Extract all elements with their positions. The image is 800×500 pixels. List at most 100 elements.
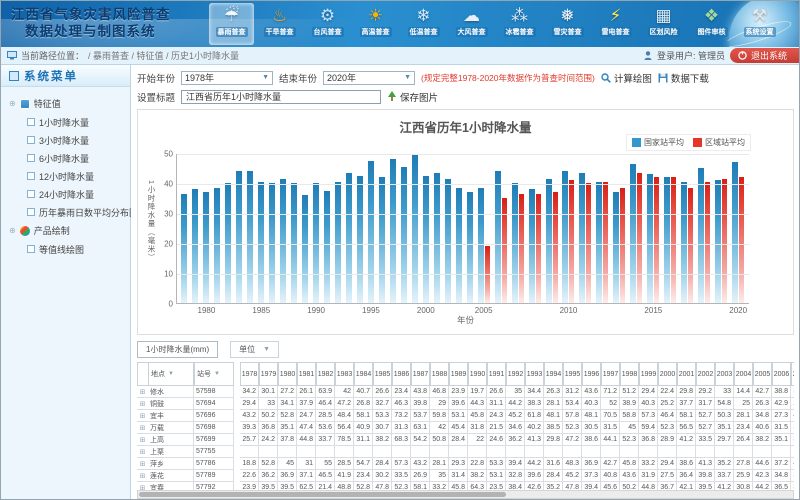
bar-区域站平均-2011[interactable] (586, 183, 591, 303)
bar-国家站平均-1994[interactable] (357, 176, 363, 304)
bar-国家站平均-1988[interactable] (291, 183, 297, 303)
bar-国家站平均-1999[interactable] (412, 155, 418, 304)
toolbar-button-大风普查[interactable]: ☁大风普查 (449, 3, 494, 45)
bar-国家站平均-1997[interactable] (390, 159, 396, 303)
bar-国家站平均-2002[interactable] (445, 179, 451, 304)
checkbox-icon[interactable] (27, 118, 35, 126)
column-header-year-1991[interactable]: 1991 (487, 362, 506, 386)
column-header-year-2007[interactable]: 2007 (791, 362, 794, 386)
column-header-year-2000[interactable]: 2000 (658, 362, 677, 386)
column-header-year-1993[interactable]: 1993 (525, 362, 544, 386)
bar-区域站平均-2012[interactable] (603, 182, 608, 304)
bar-区域站平均-2020[interactable] (739, 177, 744, 303)
column-header-year-2003[interactable]: 2003 (715, 362, 734, 386)
checkbox-icon[interactable] (27, 190, 35, 198)
column-header-year-1998[interactable]: 1998 (620, 362, 639, 386)
column-header-year-1978[interactable]: 1978 (240, 362, 259, 386)
bar-区域站平均-2008[interactable] (536, 194, 541, 304)
column-header-year-2005[interactable]: 2005 (753, 362, 772, 386)
column-header-year-1980[interactable]: 1980 (278, 362, 297, 386)
start-year-select[interactable]: 1978年 ▼ (181, 71, 273, 85)
column-header-year-1995[interactable]: 1995 (563, 362, 582, 386)
toolbar-button-暴雨普查[interactable]: ☔暴雨普查 (209, 3, 254, 45)
bar-国家站平均-1984[interactable] (247, 171, 253, 303)
bar-区域站平均-2019[interactable] (722, 179, 727, 304)
bar-国家站平均-1992[interactable] (335, 182, 341, 304)
bar-国家站平均-1979[interactable] (192, 189, 198, 303)
breadcrumb[interactable]: / 暴雨普查 / 特征值 / 历史1小时降水量 (88, 49, 239, 62)
bar-国家站平均-1991[interactable] (324, 191, 330, 304)
bar-区域站平均-2014[interactable] (637, 173, 642, 304)
bar-国家站平均-1989[interactable] (302, 195, 308, 303)
column-header-year-1987[interactable]: 1987 (411, 362, 430, 386)
column-header-year-1996[interactable]: 1996 (582, 362, 601, 386)
save-image-button[interactable]: 保存图片 (387, 90, 438, 104)
sidebar-item-1小时降水量[interactable]: 1小时降水量 (3, 113, 128, 131)
checkbox-icon[interactable] (27, 172, 35, 180)
column-header-year-1994[interactable]: 1994 (544, 362, 563, 386)
bar-国家站平均-2013[interactable] (613, 192, 619, 303)
bar-国家站平均-1993[interactable] (346, 173, 352, 304)
bar-国家站平均-2001[interactable] (434, 173, 440, 304)
toolbar-button-低温普查[interactable]: ❄低温普查 (401, 3, 446, 45)
bar-国家站平均-1990[interactable] (313, 183, 319, 303)
checkbox-icon[interactable] (27, 136, 35, 144)
column-header-year-1985[interactable]: 1985 (373, 362, 392, 386)
toolbar-button-冰雹普查[interactable]: ⁂冰雹普查 (497, 3, 542, 45)
row-expander-icon[interactable]: ⊞ (137, 422, 148, 434)
column-header-year-1979[interactable]: 1979 (259, 362, 278, 386)
toolbar-button-干旱普查[interactable]: ♨干旱普查 (257, 3, 302, 45)
logout-button[interactable]: 退出系统 (730, 48, 799, 63)
bar-国家站平均-1998[interactable] (401, 167, 407, 304)
bar-区域站平均-2018[interactable] (705, 182, 710, 304)
bar-国家站平均-2017[interactable] (681, 182, 687, 304)
bar-国家站平均-2018[interactable] (698, 168, 704, 303)
sidebar-item-24小时降水量[interactable]: 24小时降水量 (3, 185, 128, 203)
bar-国家站平均-2000[interactable] (423, 176, 429, 304)
data-download-button[interactable]: 数据下载 (658, 71, 709, 85)
unit-filter-dropdown[interactable]: 单位 ▼ (230, 341, 279, 358)
column-header-year-1984[interactable]: 1984 (354, 362, 373, 386)
row-expander-icon[interactable]: ⊞ (137, 470, 148, 482)
column-header-year-1990[interactable]: 1990 (468, 362, 487, 386)
bar-国家站平均-2011[interactable] (579, 173, 585, 304)
bar-国家站平均-2015[interactable] (647, 174, 653, 303)
bar-国家站平均-2019[interactable] (715, 180, 721, 303)
tree-toggle-icon[interactable]: ⊕ (9, 99, 16, 108)
column-header-year-1999[interactable]: 1999 (639, 362, 658, 386)
toolbar-button-图件审核[interactable]: ❖图件审核 (689, 3, 734, 45)
bar-国家站平均-1978[interactable] (181, 194, 187, 304)
bar-国家站平均-2007[interactable] (512, 183, 518, 303)
bar-区域站平均-2009[interactable] (553, 192, 558, 303)
sidebar-item-6小时降水量[interactable]: 6小时降水量 (3, 149, 128, 167)
column-header-year-2001[interactable]: 2001 (677, 362, 696, 386)
sidebar-item-12小时降水量[interactable]: 12小时降水量 (3, 167, 128, 185)
bar-国家站平均-1987[interactable] (280, 179, 286, 304)
row-expander-icon[interactable]: ⊞ (137, 446, 148, 458)
bar-国家站平均-1981[interactable] (214, 188, 220, 304)
sidebar-item-等值线绘图[interactable]: 等值线绘图 (3, 240, 128, 258)
column-header-station[interactable]: 站号▼ (194, 362, 234, 386)
bar-国家站平均-1986[interactable] (269, 183, 275, 303)
scrollbar-thumb[interactable] (139, 492, 506, 497)
bar-国家站平均-2003[interactable] (456, 188, 462, 304)
row-expander-icon[interactable]: ⊞ (137, 410, 148, 422)
row-expander-icon[interactable]: ⊞ (137, 398, 148, 410)
column-header-year-1992[interactable]: 1992 (506, 362, 525, 386)
bar-国家站平均-1982[interactable] (225, 183, 231, 303)
toolbar-button-系统设置[interactable]: ⚒系统设置 (737, 3, 782, 45)
bar-国家站平均-1995[interactable] (368, 161, 374, 304)
sidebar-item-3小时降水量[interactable]: 3小时降水量 (3, 131, 128, 149)
end-year-select[interactable]: 2020年 ▼ (323, 71, 415, 85)
bar-区域站平均-2007[interactable] (519, 194, 524, 304)
filter-icon[interactable]: ▼ (168, 371, 174, 377)
column-header-year-2006[interactable]: 2006 (772, 362, 791, 386)
row-expander-icon[interactable]: ⊞ (137, 434, 148, 446)
column-header-year-1988[interactable]: 1988 (430, 362, 449, 386)
checkbox-icon[interactable] (27, 208, 35, 216)
toolbar-button-雪灾普查[interactable]: ❅雪灾普查 (545, 3, 590, 45)
bar-国家站平均-2016[interactable] (664, 177, 670, 303)
bar-国家站平均-2010[interactable] (562, 171, 568, 303)
row-expander-icon[interactable]: ⊞ (137, 458, 148, 470)
column-header-year-1982[interactable]: 1982 (316, 362, 335, 386)
